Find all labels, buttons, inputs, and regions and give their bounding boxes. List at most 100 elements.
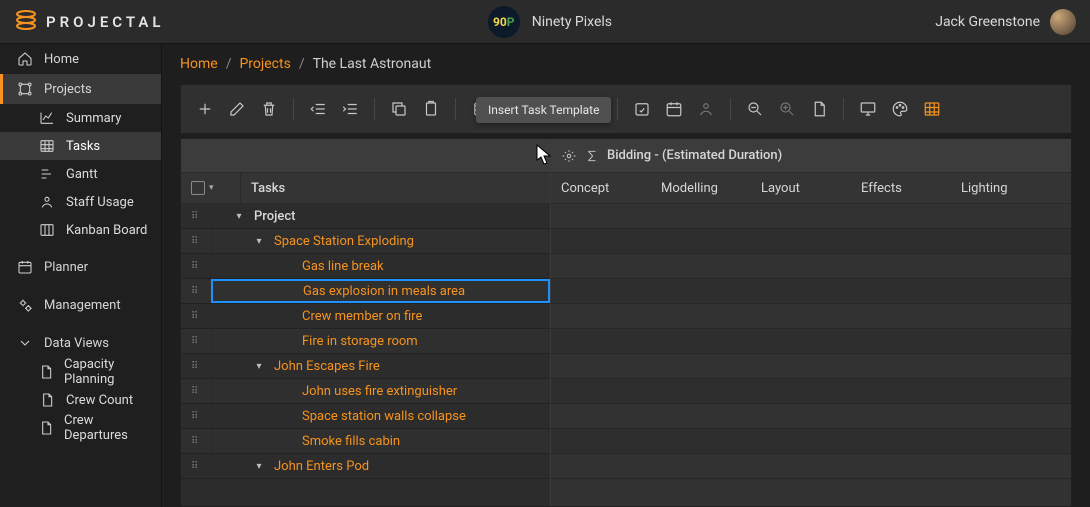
task-label[interactable]: Space Station Exploding [274, 234, 414, 249]
date-button[interactable] [660, 95, 688, 123]
expander-icon[interactable]: ▾ [252, 361, 266, 372]
crumb-home[interactable]: Home [180, 56, 218, 72]
subnav-kanban[interactable]: Kanban Board [0, 216, 161, 244]
drag-handle-icon[interactable]: ⠿ [181, 411, 211, 422]
user-name[interactable]: Jack Greenstone [935, 14, 1040, 30]
task-row[interactable]: ⠿ ▾ John Escapes Fire [181, 354, 550, 379]
col-lighting[interactable]: Lighting [961, 181, 1061, 196]
subnav-capacity[interactable]: Capacity Planning [0, 358, 161, 386]
task-cell[interactable]: Gas line break [211, 254, 550, 278]
workspace-badge[interactable]: 90P [488, 6, 520, 38]
drag-handle-icon[interactable]: ⠿ [181, 361, 211, 372]
task-label[interactable]: John uses fire extinguisher [302, 384, 457, 399]
task-cell[interactable]: Space station walls collapse [211, 404, 550, 428]
drag-handle-icon[interactable]: ⠿ [181, 386, 211, 397]
col-concept[interactable]: Concept [561, 181, 661, 196]
bidding-row[interactable] [551, 204, 1071, 229]
outdent-button[interactable] [304, 95, 332, 123]
nav-home[interactable]: Home [0, 44, 161, 74]
drag-handle-icon[interactable]: ⠿ [181, 311, 211, 322]
edit-button[interactable] [223, 95, 251, 123]
subnav-gantt[interactable]: Gantt [0, 160, 161, 188]
add-button[interactable] [191, 95, 219, 123]
bidding-row[interactable] [551, 404, 1071, 429]
bidding-header[interactable]: Bidding - (Estimated Duration) [551, 139, 1071, 173]
monitor-button[interactable] [854, 95, 882, 123]
bidding-row[interactable] [551, 454, 1071, 479]
task-row[interactable]: ⠿Gas explosion in meals area [181, 279, 550, 304]
expander-icon[interactable]: ▾ [232, 211, 246, 222]
zoom-in-button[interactable] [773, 95, 801, 123]
grid-view-button[interactable] [918, 95, 946, 123]
nav-projects[interactable]: Projects [0, 74, 161, 104]
avatar[interactable] [1050, 9, 1076, 35]
task-row[interactable]: ⠿ Fire in storage room [181, 329, 550, 354]
task-row[interactable]: ⠿ Crew member on fire [181, 304, 550, 329]
assign-button[interactable] [692, 95, 720, 123]
subnav-summary[interactable]: Summary [0, 104, 161, 132]
bidding-row[interactable] [551, 329, 1071, 354]
drag-handle-icon[interactable]: ⠿ [181, 286, 211, 297]
workspace-name[interactable]: Ninety Pixels [532, 14, 612, 30]
task-cell[interactable]: ▾ Space Station Exploding [211, 229, 550, 253]
task-row[interactable]: ⠿ Smoke fills cabin [181, 429, 550, 454]
nav-management[interactable]: Management [0, 290, 161, 320]
file-view-button[interactable] [805, 95, 833, 123]
task-label[interactable]: Crew member on fire [302, 309, 422, 324]
zoom-out-button[interactable] [741, 95, 769, 123]
task-cell[interactable]: Crew member on fire [211, 304, 550, 328]
bidding-row[interactable] [551, 304, 1071, 329]
subnav-crew-departures[interactable]: Crew Departures [0, 414, 161, 442]
bidding-row[interactable] [551, 279, 1071, 304]
bidding-row[interactable] [551, 254, 1071, 279]
bidding-row[interactable] [551, 379, 1071, 404]
nav-planner[interactable]: Planner [0, 252, 161, 282]
drag-handle-icon[interactable]: ⠿ [181, 261, 211, 272]
expander-icon[interactable]: ▾ [252, 461, 266, 472]
paste-button[interactable] [417, 95, 445, 123]
task-row[interactable]: ⠿ John uses fire extinguisher [181, 379, 550, 404]
task-label[interactable]: John Enters Pod [274, 459, 369, 474]
drag-handle-icon[interactable]: ⠿ [181, 461, 211, 472]
task-cell[interactable]: Smoke fills cabin [211, 429, 550, 453]
task-cell[interactable]: ▾ John Enters Pod [211, 454, 550, 478]
select-all-cell[interactable]: ▾ [181, 173, 241, 203]
task-label[interactable]: Gas line break [302, 259, 384, 274]
palette-button[interactable] [886, 95, 914, 123]
task-row[interactable]: ⠿▾Project [181, 204, 550, 229]
delete-button[interactable] [255, 95, 283, 123]
chevron-down-icon[interactable]: ▾ [209, 183, 214, 193]
drag-handle-icon[interactable]: ⠿ [181, 336, 211, 347]
tasks-column-header[interactable]: Tasks [241, 181, 550, 196]
task-cell[interactable]: John uses fire extinguisher [211, 379, 550, 403]
bidding-row[interactable] [551, 229, 1071, 254]
indent-button[interactable] [336, 95, 364, 123]
bidding-row[interactable] [551, 429, 1071, 454]
col-effects[interactable]: Effects [861, 181, 961, 196]
task-cell[interactable]: Fire in storage room [211, 329, 550, 353]
drag-handle-icon[interactable]: ⠿ [181, 211, 211, 222]
task-cell[interactable]: ▾Project [211, 204, 550, 228]
col-layout[interactable]: Layout [761, 181, 861, 196]
drag-handle-icon[interactable]: ⠿ [181, 436, 211, 447]
expander-icon[interactable]: ▾ [252, 236, 266, 247]
subnav-staff-usage[interactable]: Staff Usage [0, 188, 161, 216]
subnav-tasks[interactable]: Tasks [0, 132, 161, 160]
nav-data-views[interactable]: Data Views [0, 328, 161, 358]
crumb-projects[interactable]: Projects [239, 56, 290, 72]
checkbox-icon[interactable] [191, 181, 205, 195]
col-modelling[interactable]: Modelling [661, 181, 761, 196]
task-label[interactable]: Smoke fills cabin [302, 434, 400, 449]
task-cell[interactable]: Gas explosion in meals area [211, 279, 550, 303]
bidding-row[interactable] [551, 354, 1071, 379]
task-label[interactable]: Fire in storage room [302, 334, 418, 349]
constraint-button[interactable] [628, 95, 656, 123]
task-label[interactable]: Space station walls collapse [302, 409, 466, 424]
app-logo[interactable]: PROJECTAL [14, 8, 165, 36]
task-row[interactable]: ⠿ ▾ Space Station Exploding [181, 229, 550, 254]
task-cell[interactable]: ▾ John Escapes Fire [211, 354, 550, 378]
task-row[interactable]: ⠿ ▾ John Enters Pod [181, 454, 550, 479]
drag-handle-icon[interactable]: ⠿ [181, 236, 211, 247]
task-row[interactable]: ⠿ Gas line break [181, 254, 550, 279]
task-label[interactable]: John Escapes Fire [274, 359, 380, 374]
